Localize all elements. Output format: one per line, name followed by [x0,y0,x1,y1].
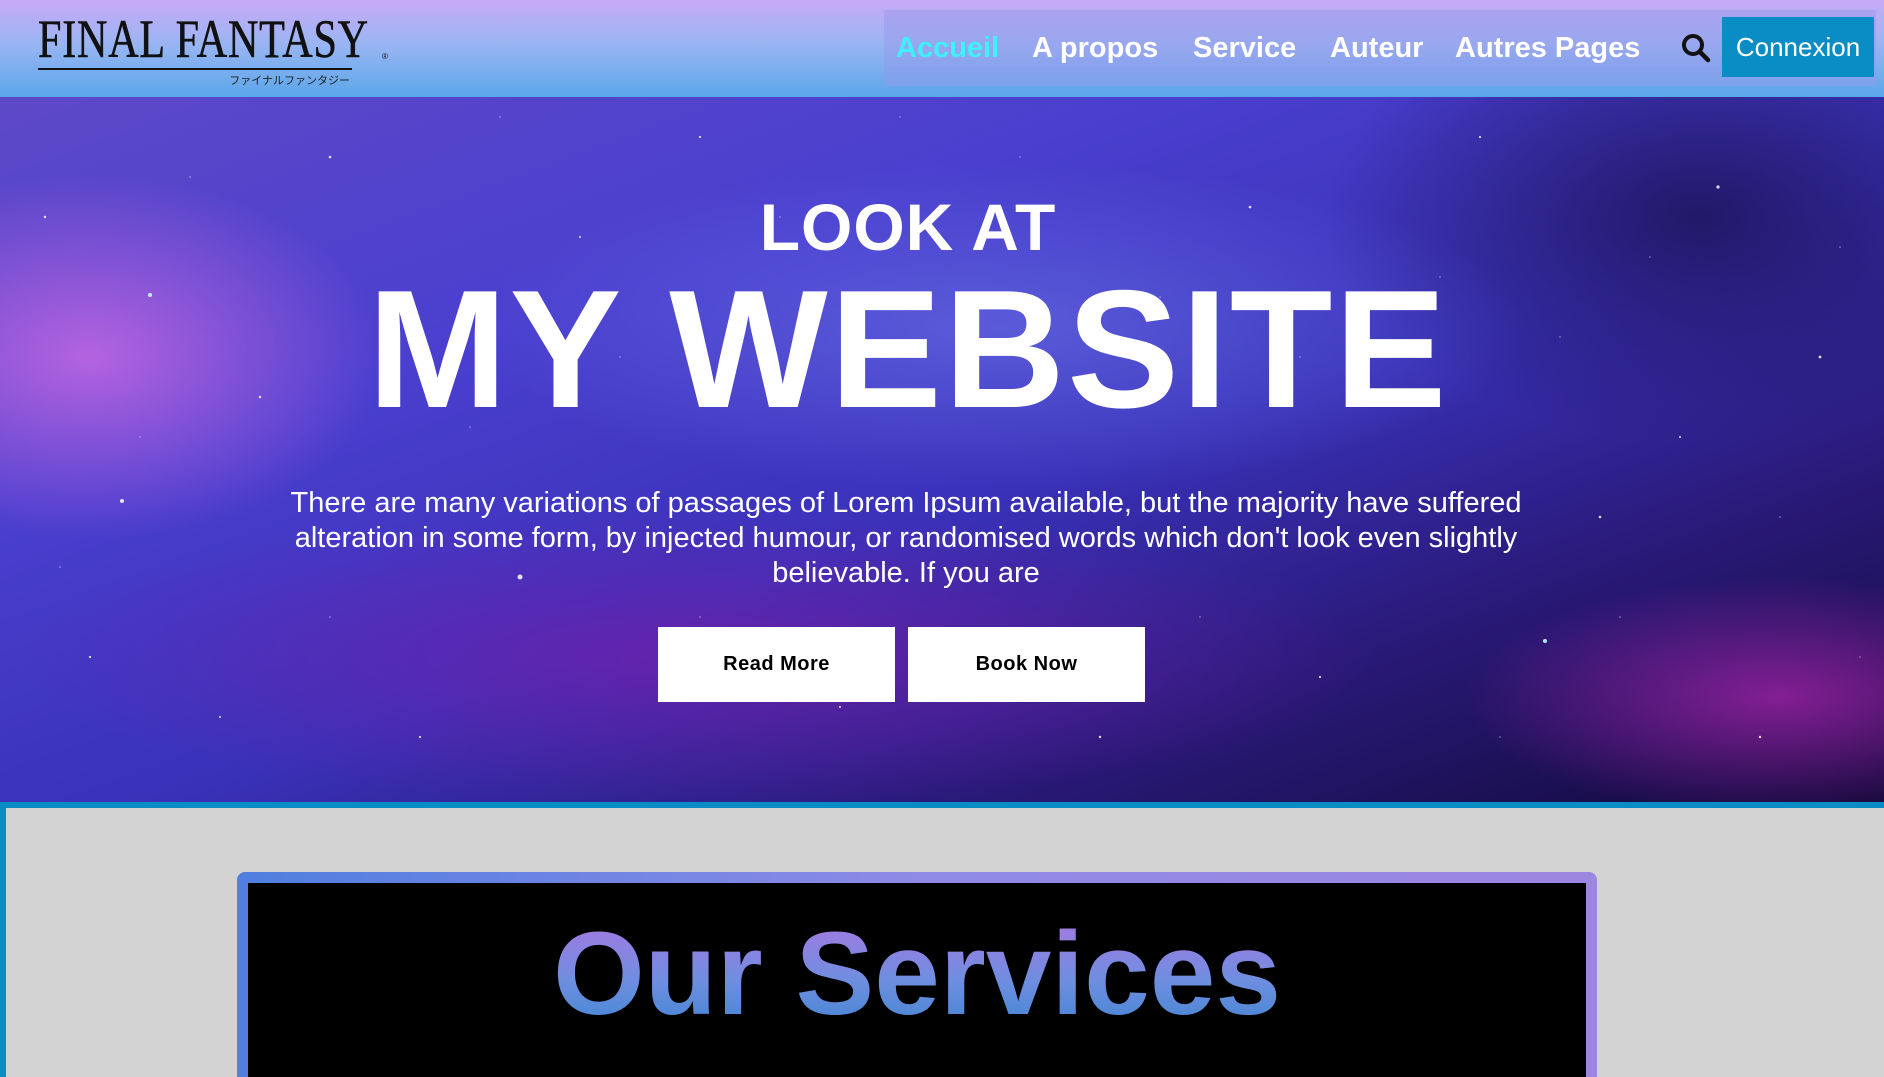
services-heading-inner: Our Services [248,883,1586,1077]
nav-item-auteur[interactable]: Auteur [1330,10,1423,86]
book-now-button[interactable]: Book Now [908,627,1145,702]
nav-item-accueil[interactable]: Accueil [896,10,999,86]
hero-section: LOOK AT MY WEBSITE There are many variat… [0,97,1884,802]
logo-wordmark: FINAL FANTASY [38,9,369,69]
logo-registered-mark: ® [382,52,388,61]
site-header: FINAL FANTASY ® ファイナルファンタジー Accueil A pr… [0,0,1884,97]
hero-kicker: LOOK AT [759,190,1057,264]
hero-title: MY WEBSITE [367,255,1449,443]
hero-bottom-border [0,802,1884,808]
nav-item-a-propos[interactable]: A propos [1032,10,1158,86]
content-left-border [0,808,6,1077]
site-logo[interactable]: FINAL FANTASY ® ファイナルファンタジー [38,10,388,87]
logo-japanese-subtitle: ファイナルファンタジー [229,74,350,87]
search-icon[interactable] [1680,32,1712,64]
logo-underline [38,68,352,70]
main-navigation: Accueil A propos Service Auteur Autres P… [884,10,1876,86]
services-title: Our Services [248,909,1586,1039]
read-more-button[interactable]: Read More [658,627,895,702]
nav-item-autres-pages[interactable]: Autres Pages [1455,10,1640,86]
login-button[interactable]: Connexion [1722,17,1874,77]
nav-item-service[interactable]: Service [1193,10,1296,86]
services-heading-box: Our Services [237,872,1597,1077]
hero-description: There are many variations of passages of… [290,487,1522,589]
